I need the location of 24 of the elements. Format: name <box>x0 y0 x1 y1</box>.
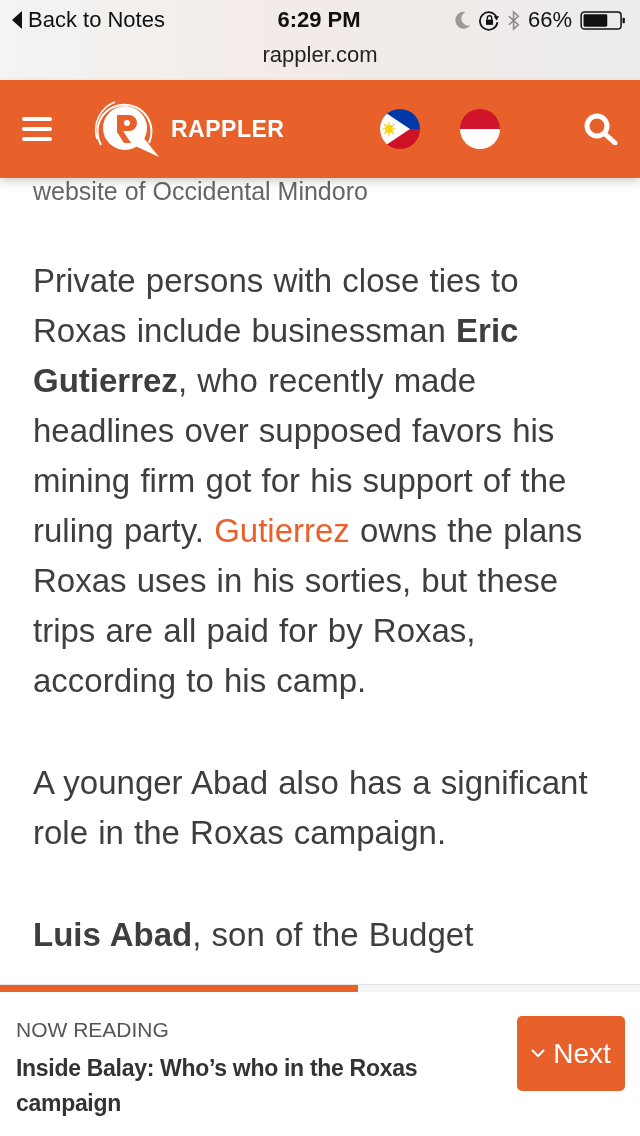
article-paragraph: Private persons with close ties to Roxas include businessman Eric Gutierrez, who recently made headlines over supposed favors his mining firm got for his support of the ruling party. Gutierrez owns the plans Roxas uses in his sorties, but these trips are all paid for by Roxas, according to his camp. <box>33 261 584 701</box>
battery-icon <box>580 10 626 30</box>
url-text: rappler.com <box>262 41 378 69</box>
image-caption: website of Occidental Mindoro <box>33 178 369 204</box>
article-link[interactable]: Gutierrez <box>214 512 350 549</box>
article-paragraph: A younger Abad also has a significant role in the Roxas campaign. <box>33 763 589 853</box>
back-link[interactable]: Back to Notes <box>12 7 165 33</box>
back-arrow-icon <box>12 11 22 29</box>
moon-icon <box>454 11 471 29</box>
battery-percent: 66% <box>527 7 572 33</box>
chevron-down-icon <box>531 1049 546 1058</box>
article-title[interactable]: Inside Balay: Who’s who in the Roxas campaign <box>16 1051 505 1121</box>
status-time: 6:29 PM <box>277 7 361 33</box>
now-reading-label: NOW READING <box>16 1017 170 1043</box>
next-button[interactable]: Next <box>517 1016 625 1091</box>
search-icon[interactable] <box>584 113 618 145</box>
article-paragraph: Luis Abad, son of the Budget <box>33 915 475 955</box>
rotation-lock-icon <box>478 9 500 31</box>
indonesian-flag-icon[interactable] <box>460 109 501 149</box>
philippine-flag-icon[interactable] <box>380 109 421 149</box>
brand-name[interactable]: RAPPLER <box>171 115 285 143</box>
bluetooth-icon <box>507 9 520 31</box>
logo-icon[interactable] <box>93 99 161 159</box>
menu-icon[interactable] <box>22 117 52 141</box>
